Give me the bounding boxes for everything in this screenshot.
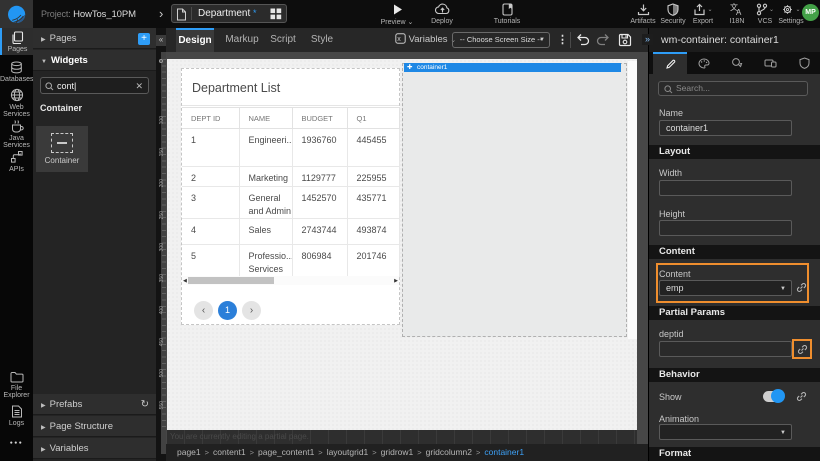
svg-text:A: A — [736, 8, 742, 16]
svg-text:x: x — [397, 36, 401, 43]
